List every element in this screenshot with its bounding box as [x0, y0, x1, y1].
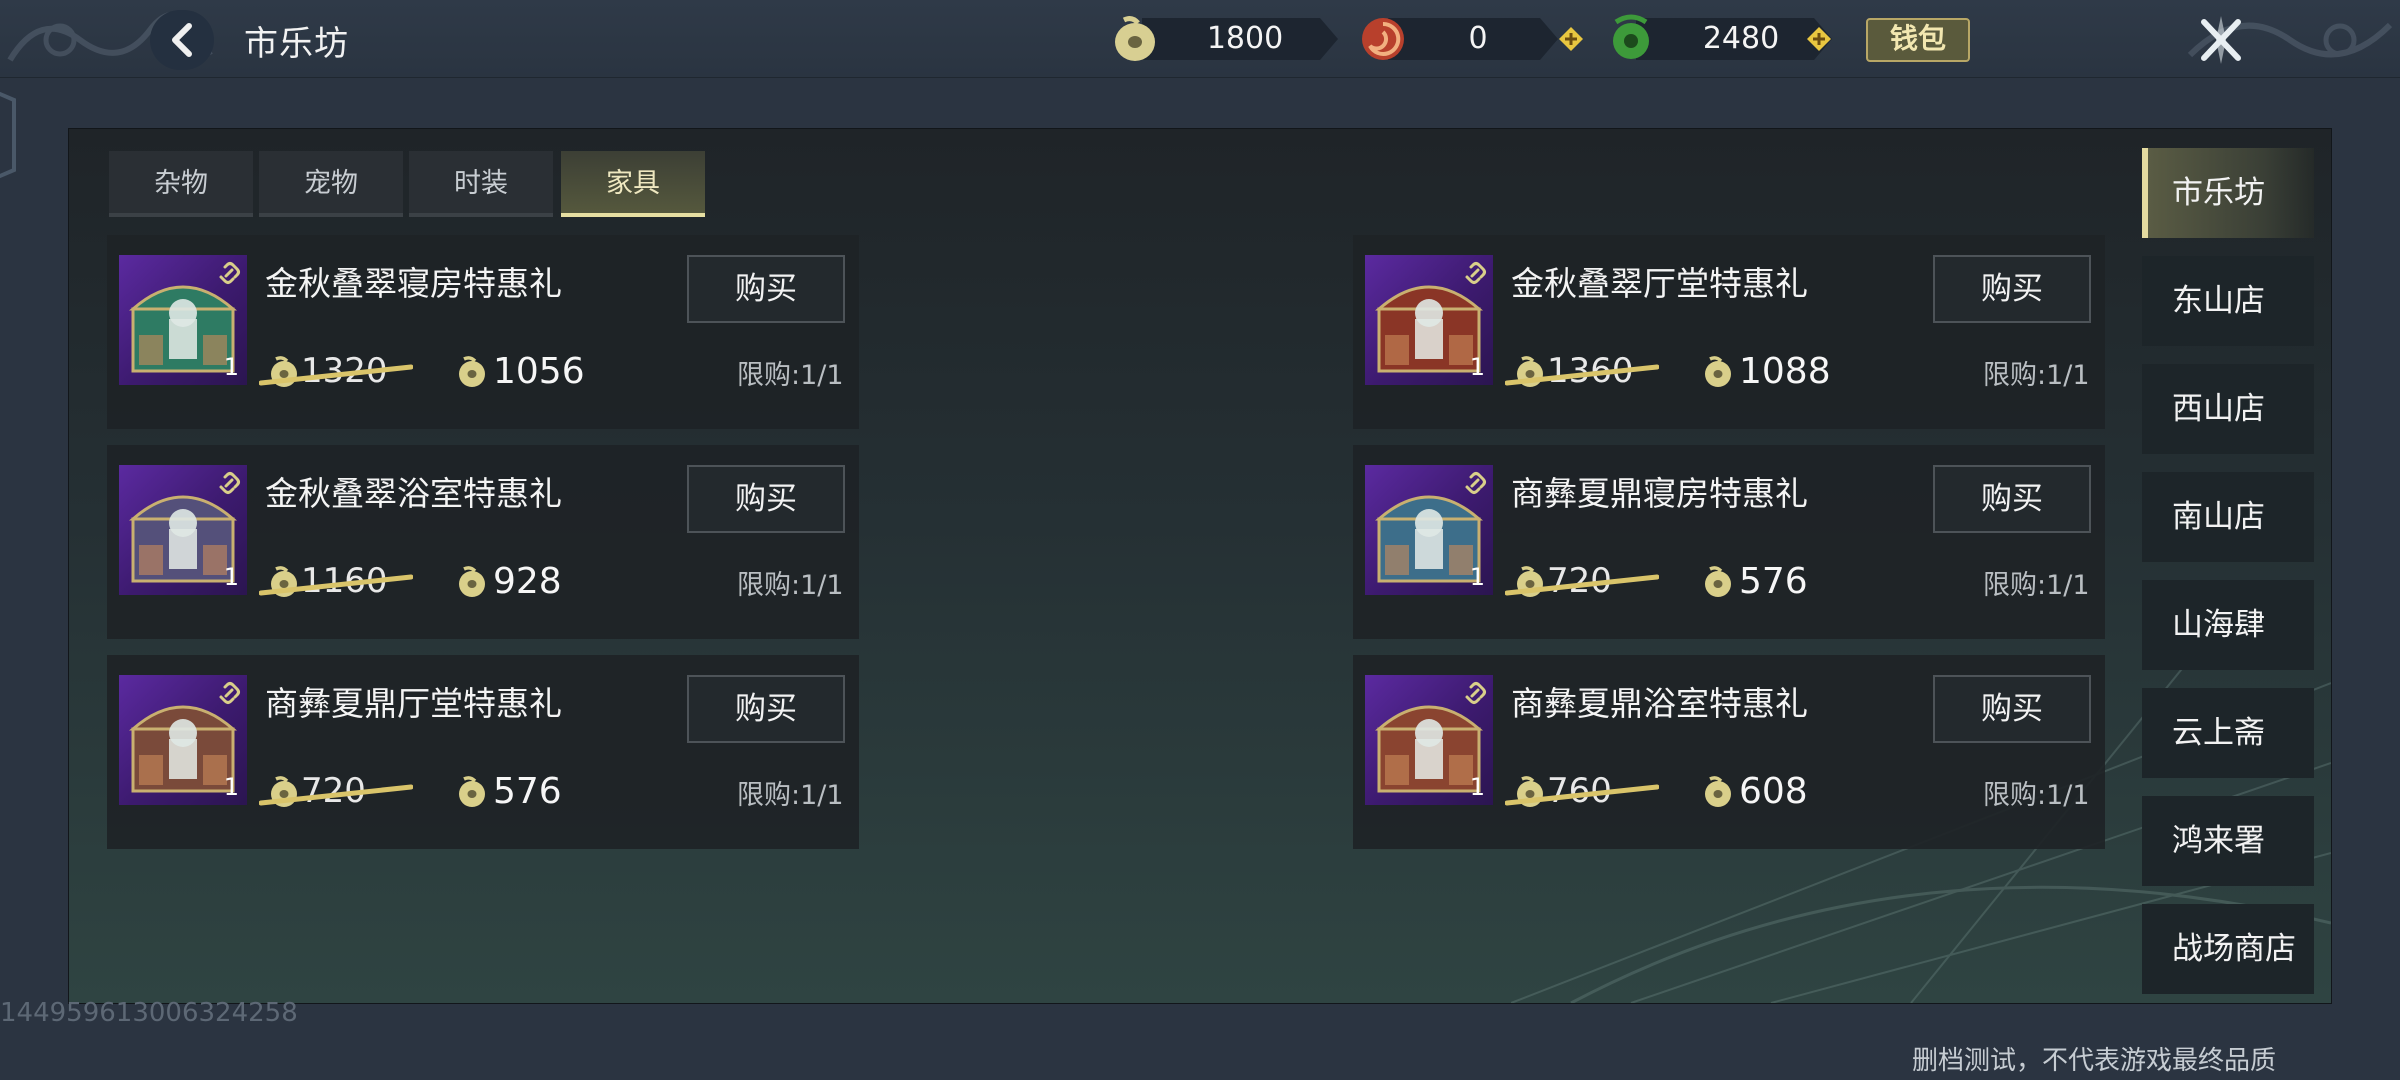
discount-price-value: 928	[493, 561, 562, 602]
tab-misc[interactable]: 杂物	[109, 151, 253, 217]
buy-button[interactable]: 购买	[687, 255, 845, 323]
strikethrough-line	[1505, 784, 1659, 806]
bound-link-icon	[1465, 682, 1486, 704]
tab-furniture[interactable]: 家具	[561, 151, 705, 217]
item-thumbnail[interactable]: 1	[119, 255, 247, 385]
shop-tab-dongshan[interactable]: 东山店	[2142, 256, 2314, 346]
currency-value: 1800	[1206, 21, 1284, 56]
shop-tab-honglai[interactable]: 鸿来署	[2142, 796, 2314, 886]
discount-price-value: 608	[1739, 771, 1808, 812]
item-quantity: 1	[223, 563, 239, 591]
strikethrough-line	[1505, 574, 1659, 596]
strikethrough-line	[259, 574, 413, 596]
purchase-limit: 限购:1/1	[737, 780, 844, 811]
strikethrough-line	[259, 364, 413, 386]
item-quantity: 1	[223, 773, 239, 801]
item-card[interactable]: 1 金秋叠翠厅堂特惠礼 购买 1360 1088 限购:1/1	[1353, 235, 2105, 429]
shop-tab-shanhai[interactable]: 山海肆	[2142, 580, 2314, 670]
buy-button[interactable]: 购买	[1933, 255, 2091, 323]
tab-fashion[interactable]: 时装	[409, 151, 553, 217]
shop-tab-yunshang[interactable]: 云上斋	[2142, 688, 2314, 778]
discount-price-value: 1088	[1739, 351, 1831, 392]
strikethrough-line	[259, 784, 413, 806]
original-price: 760	[1505, 767, 1665, 813]
item-thumbnail[interactable]: 1	[119, 465, 247, 595]
green-jade-icon	[1613, 14, 1649, 59]
bound-link-icon	[1465, 262, 1486, 284]
original-price: 1360	[1505, 347, 1665, 393]
currency-green-jade: 2480	[1606, 14, 1832, 64]
item-thumbnail[interactable]: 1	[1365, 675, 1493, 805]
original-price: 720	[259, 767, 419, 813]
jade-coin-icon	[459, 356, 485, 387]
shop-tab-shilefang[interactable]: 市乐坊	[2142, 148, 2314, 238]
add-currency-button[interactable]	[1558, 26, 1584, 52]
currency-value: 0	[1468, 21, 1488, 56]
item-quantity: 1	[1469, 353, 1485, 381]
item-name: 商彝夏鼎寝房特惠礼	[1511, 474, 1808, 513]
shop-tab-xishan[interactable]: 西山店	[2142, 364, 2314, 454]
purchase-limit: 限购:1/1	[1983, 570, 2090, 601]
close-x-icon[interactable]	[2190, 10, 2252, 70]
bound-link-icon	[219, 472, 240, 494]
jade-coin-icon	[459, 776, 485, 807]
item-card[interactable]: 1 金秋叠翠浴室特惠礼 购买 1160 928 限购:1/1	[107, 445, 859, 639]
player-uid: 1449596130063242​58	[0, 998, 298, 1028]
top-bar: 市乐坊 1800 0 2480 钱包	[0, 0, 2400, 78]
item-name: 金秋叠翠厅堂特惠礼	[1511, 264, 1808, 303]
item-card[interactable]: 1 商彝夏鼎浴室特惠礼 购买 760 608 限购:1/1	[1353, 655, 2105, 849]
original-price: 1160	[259, 557, 419, 603]
tab-pets[interactable]: 宠物	[259, 151, 403, 217]
item-name: 金秋叠翠寝房特惠礼	[265, 264, 562, 303]
bound-link-icon	[219, 682, 240, 704]
buy-button[interactable]: 购买	[1933, 675, 2091, 743]
currency-red-token: 0	[1358, 14, 1558, 64]
item-thumbnail[interactable]: 1	[1365, 255, 1493, 385]
shop-tab-nanshan[interactable]: 南山店	[2142, 472, 2314, 562]
item-quantity: 1	[223, 353, 239, 381]
currency-jade-coin: 1800	[1110, 14, 1340, 64]
discount-price-value: 1056	[493, 351, 585, 392]
item-name: 商彝夏鼎浴室特惠礼	[1511, 684, 1808, 723]
original-price: 720	[1505, 557, 1665, 603]
add-currency-button[interactable]	[1806, 26, 1832, 52]
item-quantity: 1	[1469, 563, 1485, 591]
item-card[interactable]: 1 金秋叠翠寝房特惠礼 购买 1320 1056 限购:1/1	[107, 235, 859, 429]
test-disclaimer: 删档测试，不代表游戏最终品质	[1912, 1046, 2277, 1076]
jade-coin-icon	[1705, 356, 1731, 387]
item-thumbnail[interactable]: 1	[1365, 465, 1493, 595]
item-name: 金秋叠翠浴室特惠礼	[265, 474, 562, 513]
currency-value: 2480	[1702, 21, 1780, 56]
jade-coin-icon	[1115, 16, 1155, 61]
strikethrough-line	[1505, 364, 1659, 386]
original-price: 1320	[259, 347, 419, 393]
buy-button[interactable]: 购买	[687, 465, 845, 533]
buy-button[interactable]: 购买	[687, 675, 845, 743]
page-title: 市乐坊	[244, 24, 349, 64]
wallet-button[interactable]: 钱包	[1866, 18, 1970, 62]
discount-price-value: 576	[1739, 561, 1808, 602]
chevron-left-icon	[172, 23, 192, 57]
bound-link-icon	[1465, 472, 1486, 494]
jade-coin-icon	[459, 566, 485, 597]
shop-panel: 杂物 宠物 时装 家具 1 金秋叠翠寝房特惠礼 购买 1320 1056 限购:1/1 1 金…	[68, 128, 2332, 1004]
item-thumbnail[interactable]: 1	[119, 675, 247, 805]
shop-tab-battlefield[interactable]: 战场商店	[2142, 904, 2314, 994]
purchase-limit: 限购:1/1	[737, 360, 844, 391]
jade-coin-icon	[1705, 776, 1731, 807]
item-card[interactable]: 1 商彝夏鼎厅堂特惠礼 购买 720 576 限购:1/1	[107, 655, 859, 849]
purchase-limit: 限购:1/1	[737, 570, 844, 601]
jade-coin-icon	[1705, 566, 1731, 597]
bound-link-icon	[219, 262, 240, 284]
item-name: 商彝夏鼎厅堂特惠礼	[265, 684, 562, 723]
buy-button[interactable]: 购买	[1933, 465, 2091, 533]
item-quantity: 1	[1469, 773, 1485, 801]
red-swirl-token-icon	[1362, 18, 1404, 60]
purchase-limit: 限购:1/1	[1983, 360, 2090, 391]
purchase-limit: 限购:1/1	[1983, 780, 2090, 811]
side-hexagon-decoration	[0, 91, 16, 179]
item-card[interactable]: 1 商彝夏鼎寝房特惠礼 购买 720 576 限购:1/1	[1353, 445, 2105, 639]
back-button[interactable]	[150, 10, 214, 70]
discount-price-value: 576	[493, 771, 562, 812]
